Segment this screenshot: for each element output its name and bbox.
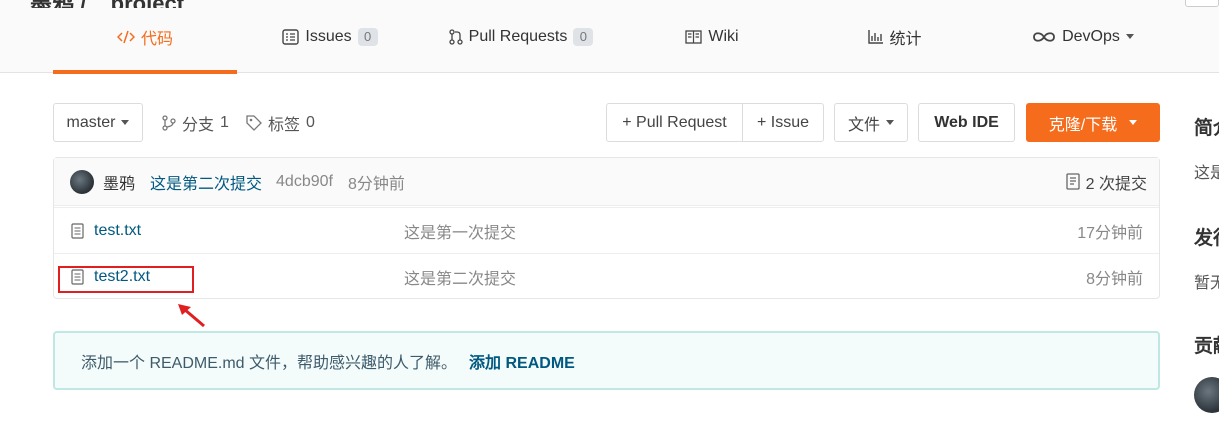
table-row[interactable]: test2.txt 这是第二次提交 8分钟前 — [54, 253, 1159, 299]
commits-count-link[interactable]: 2 次提交 — [1065, 170, 1147, 194]
tag-icon — [246, 114, 262, 131]
tab-code-label: 代码 — [140, 30, 173, 48]
readme-notice-text: 添加一个 README.md 文件，帮助感兴趣的人了解。 — [81, 354, 458, 372]
annotation-highlight-box — [58, 266, 194, 293]
file-name-link[interactable]: test.txt — [94, 222, 394, 240]
book-icon — [685, 29, 703, 44]
file-commit-message[interactable]: 这是第二次提交 — [404, 265, 516, 289]
file-commit-time: 8分钟前 — [1086, 270, 1143, 288]
chevron-down-icon — [1125, 34, 1134, 39]
tab-devops-label: DevOps — [1062, 27, 1120, 45]
sidebar-releases-text: 暂无 — [1194, 275, 1219, 292]
sidebar-intro-heading: 简介 — [1194, 118, 1219, 139]
clone-download-label: 克隆/下载 — [1048, 116, 1118, 134]
file-icon — [71, 222, 84, 239]
commits-count-label: 2 次提交 — [1085, 175, 1147, 193]
tab-devops[interactable]: DevOps — [1028, 0, 1138, 73]
code-icon — [116, 29, 135, 45]
tab-wiki[interactable]: Wiki — [682, 0, 742, 73]
web-ide-button[interactable]: Web IDE — [918, 103, 1015, 142]
tags-link[interactable]: 标签 0 — [246, 103, 315, 142]
sidebar-contributors-heading: 贡献 — [1194, 336, 1219, 357]
file-commit-message[interactable]: 这是第一次提交 — [404, 219, 516, 243]
pull-requests-count-badge: 0 — [573, 27, 594, 46]
issues-icon — [282, 28, 300, 45]
chevron-down-icon — [121, 120, 130, 125]
commit-time: 8分钟前 — [347, 175, 405, 193]
file-list-panel: 墨鸦 这是第二次提交 4dcb90f 8分钟前 2 次提交 test.txt 这… — [53, 157, 1160, 299]
branches-link[interactable]: 分支 1 — [162, 103, 229, 142]
tab-issues[interactable]: Issues 0 — [280, 0, 380, 73]
tab-pull-requests[interactable]: Pull Requests 0 — [443, 0, 599, 73]
commit-author[interactable]: 墨鸦 — [103, 170, 135, 194]
tab-pull-requests-label: Pull Requests — [468, 27, 568, 45]
tab-stats[interactable]: 统计 — [865, 0, 925, 73]
annotation-arrow-icon — [178, 304, 205, 328]
issues-count-badge: 0 — [357, 27, 378, 46]
history-icon — [1065, 173, 1080, 190]
sidebar-releases-heading: 发行 — [1194, 228, 1219, 249]
branches-count: 1 — [220, 113, 229, 131]
avatar[interactable] — [70, 169, 94, 194]
latest-commit-bar: 墨鸦 这是第二次提交 4dcb90f 8分钟前 2 次提交 — [54, 158, 1159, 206]
commit-hash[interactable]: 4dcb90f — [276, 173, 333, 191]
tab-wiki-label: Wiki — [708, 27, 739, 45]
header-action-button[interactable] — [1185, 0, 1219, 7]
new-issue-button[interactable]: + Issue — [742, 103, 824, 142]
infinity-icon — [1032, 31, 1056, 43]
branch-select[interactable]: master — [53, 103, 143, 142]
chevron-down-icon — [1129, 120, 1138, 125]
sidebar-intro-text: 这是 — [1194, 165, 1219, 182]
clone-download-button[interactable]: 克隆/下载 — [1026, 103, 1160, 142]
branches-label: 分支 — [182, 116, 215, 134]
tags-count: 0 — [306, 113, 315, 131]
commit-message-link[interactable]: 这是第二次提交 — [150, 170, 262, 194]
file-menu-button[interactable]: 文件 — [834, 103, 908, 142]
tab-stats-label: 统计 — [889, 30, 922, 48]
tab-code[interactable]: 代码 — [53, 0, 237, 74]
tags-label: 标签 — [268, 116, 301, 134]
tab-issues-label: Issues — [305, 27, 352, 45]
chevron-down-icon — [886, 120, 894, 125]
add-readme-link[interactable]: 添加 README — [469, 349, 575, 373]
branch-icon — [162, 114, 176, 131]
chart-icon — [868, 29, 884, 44]
readme-notice: 添加一个 README.md 文件，帮助感兴趣的人了解。 添加 README — [53, 331, 1160, 390]
contributor-avatar[interactable] — [1194, 377, 1219, 413]
pull-request-icon — [448, 28, 463, 45]
file-commit-time: 17分钟前 — [1077, 224, 1143, 242]
table-row[interactable]: test.txt 这是第一次提交 17分钟前 — [54, 207, 1159, 253]
new-pull-request-button[interactable]: + Pull Request — [606, 103, 743, 142]
repo-header: 墨鸦 / _ project 代码 Issues 0 Pull Requests… — [0, 0, 1219, 74]
branch-select-label: master — [66, 113, 116, 131]
file-menu-label: 文件 — [847, 116, 880, 134]
